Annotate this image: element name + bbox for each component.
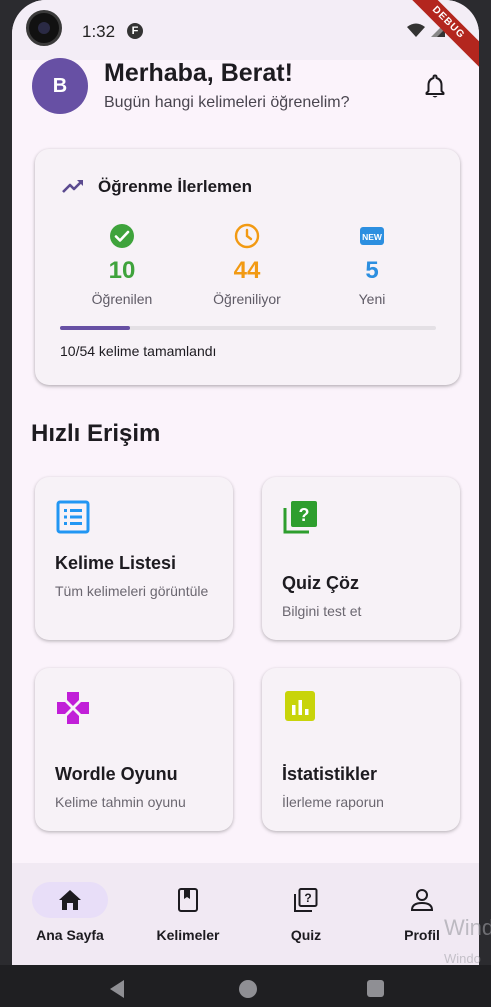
quick-access-title: Hızlı Erişim <box>31 420 161 447</box>
bar-chart-icon <box>285 691 315 721</box>
progress-bar-fill <box>60 326 130 330</box>
quiz-card[interactable]: ? Quiz Çöz Bilgini test et <box>262 477 460 640</box>
nav-home[interactable]: Ana Sayfa <box>12 863 128 965</box>
stat-label: Öğreniliyor <box>213 291 281 307</box>
stat-learned: 10 Öğrenilen <box>62 223 182 307</box>
svg-text:?: ? <box>299 505 310 525</box>
bottom-navigation: Ana Sayfa Kelimeler ? Quiz Profil <box>12 863 479 965</box>
card-description: İlerleme raporun <box>282 794 384 810</box>
back-icon[interactable] <box>110 980 124 998</box>
progress-summary: 10/54 kelime tamamlandı <box>60 343 217 359</box>
status-bar: 1:32 F DEBUG <box>12 0 479 76</box>
trending-up-icon <box>62 180 83 193</box>
person-icon <box>410 889 434 911</box>
statistics-card[interactable]: İstatistikler İlerleme raporun <box>262 668 460 831</box>
bell-icon[interactable] <box>420 72 450 102</box>
status-time: 1:32 <box>82 22 116 41</box>
stat-label: Öğrenilen <box>91 291 153 307</box>
greeting-title: Merhaba, Berat! <box>104 59 293 87</box>
gamepad-icon <box>57 692 89 724</box>
progress-card-title: Öğrenme İlerlemen <box>98 177 253 196</box>
quiz-icon: ? <box>294 888 318 912</box>
stat-new: NEW 5 Yeni <box>312 223 432 307</box>
nav-label: Quiz <box>290 927 322 943</box>
learning-progress-card: Öğrenme İlerlemen 10 Öğrenilen 44 Öğreni… <box>35 149 460 385</box>
debug-banner: DEBUG <box>395 0 479 76</box>
wifi-icon <box>407 23 425 37</box>
card-title: Quiz Çöz <box>282 573 359 593</box>
word-list-card[interactable]: Kelime Listesi Tüm kelimeleri görüntüle <box>35 477 233 640</box>
stat-value: 5 <box>365 257 379 284</box>
front-camera <box>26 10 62 46</box>
stat-value: 44 <box>233 257 261 284</box>
card-title: Wordle Oyunu <box>55 764 178 784</box>
nav-words[interactable]: Kelimeler <box>130 863 246 965</box>
stat-label: Yeni <box>358 291 386 307</box>
list-icon <box>56 500 90 534</box>
new-badge-icon: NEW <box>360 227 384 245</box>
nav-quiz[interactable]: ? Quiz <box>248 863 364 965</box>
stat-value: 10 <box>108 257 136 284</box>
avatar[interactable]: B <box>32 58 88 114</box>
card-description: Tüm kelimeleri görüntüle <box>55 583 209 599</box>
greeting-subtitle: Bugün hangi kelimeleri öğrenelim? <box>104 94 350 111</box>
svg-text:NEW: NEW <box>362 232 383 242</box>
app-notification-icon: F <box>127 23 143 39</box>
card-description: Bilgini test et <box>282 603 362 619</box>
nav-label: Kelimeler <box>156 927 220 943</box>
card-title: İstatistikler <box>282 764 378 784</box>
svg-text:?: ? <box>304 891 311 905</box>
nav-label: Ana Sayfa <box>36 927 104 943</box>
home-icon <box>59 890 81 910</box>
book-icon <box>178 888 198 912</box>
windows-watermark: Wind <box>444 915 491 940</box>
wordle-game-card[interactable]: Wordle Oyunu Kelime tahmin oyunu <box>35 668 233 831</box>
home-circle-icon[interactable] <box>239 980 257 998</box>
system-navigation-bar <box>0 965 491 1007</box>
app-screen: 1:32 F DEBUG B Merhaba, Berat! Bugün han… <box>12 0 479 965</box>
windows-watermark-sub: Windo <box>444 951 481 966</box>
recent-apps-icon[interactable] <box>367 980 384 997</box>
progress-bar <box>60 326 436 330</box>
stat-learning: 44 Öğreniliyor <box>187 223 307 307</box>
clock-icon <box>234 223 260 249</box>
device-frame: 1:32 F DEBUG B Merhaba, Berat! Bugün han… <box>0 0 491 1007</box>
card-title: Kelime Listesi <box>55 553 177 573</box>
quiz-icon: ? <box>283 501 317 534</box>
nav-profile[interactable]: Profil <box>364 863 479 965</box>
check-circle-icon <box>110 224 134 248</box>
card-description: Kelime tahmin oyunu <box>55 794 186 810</box>
